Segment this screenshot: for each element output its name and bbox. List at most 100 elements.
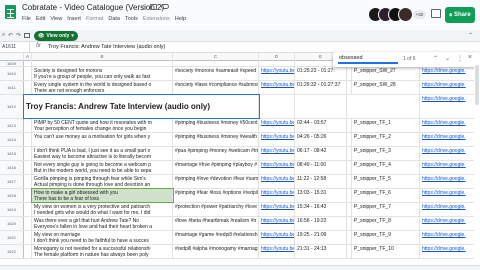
cell-drive-link[interactable]: https://drive.google.	[420, 95, 475, 118]
cell-clip-id[interactable]: P_snipper_TF_2	[352, 133, 420, 146]
cell-timestamp[interactable]: 04:26 - 05:26	[295, 133, 347, 146]
cell-tags[interactable]: #pimping #business #money #50cent	[173, 119, 259, 132]
cell-description[interactable]: You can't use money as a motivation for …	[32, 133, 173, 146]
cell-drive-link[interactable]: https://drive.google.	[420, 203, 475, 216]
cell-drive-link[interactable]: https://drive.google.	[420, 189, 475, 202]
cell-f[interactable]	[352, 95, 420, 118]
cell-a[interactable]	[24, 161, 32, 174]
cell-a[interactable]	[24, 61, 32, 66]
cell-description[interactable]: Society is designed for morons If you're …	[32, 67, 173, 80]
star-icon[interactable]: ☆	[140, 3, 147, 12]
chevron-up-icon[interactable]: ⌃	[468, 32, 473, 39]
cell-tags[interactable]: #pua #pimping #money #webcam #tri	[173, 147, 259, 160]
cell-drive-link[interactable]: https://drive.google.	[420, 161, 475, 174]
search-icon[interactable]: ⌕	[2, 32, 5, 39]
cell-tags[interactable]: #redpill #alpha #monogamy #marriag	[173, 245, 259, 258]
cell-clip-id[interactable]: P_snipper_TF_3	[352, 147, 420, 160]
cell-tags[interactable]: #marriage #game #redpill #relationsh	[173, 231, 259, 244]
cell-tags[interactable]: #pimping #love #devotion #fear #sam	[173, 175, 259, 188]
cell-a[interactable]	[24, 245, 32, 258]
cell-clip-id[interactable]: P_snipper_TF_7	[352, 203, 420, 216]
cell-a[interactable]	[24, 189, 32, 202]
cell-tags[interactable]: #society #laws #compliance #submiss	[173, 81, 259, 94]
cell-youtube-link[interactable]: https://youtu.be/	[259, 175, 295, 188]
cell-youtube-link[interactable]: https://youtu.be/	[259, 67, 295, 80]
cell-timestamp[interactable]: 15:34 - 16:43	[295, 203, 347, 216]
cell-a[interactable]	[24, 67, 32, 80]
drive-icon[interactable]	[150, 4, 157, 10]
column-header-a[interactable]: A	[24, 53, 32, 61]
menu-help[interactable]: Help	[175, 16, 186, 22]
cell-clip-id[interactable]: P_snipper_SW_28	[352, 81, 420, 94]
share-button[interactable]: 🔒︎ Share	[445, 7, 475, 23]
name-box[interactable]: A1611	[0, 42, 30, 53]
cell-description[interactable]: I don't think PUA is bad, I just see it …	[32, 147, 173, 160]
cell-youtube-link[interactable]: https://youtu.be/	[259, 81, 295, 94]
cell-timestamp[interactable]: 19:25 - 21:09	[295, 231, 347, 244]
redo-icon[interactable]: ↷	[16, 32, 21, 39]
cell-youtube-link[interactable]: https://youtu.be/	[259, 147, 295, 160]
cell-youtube-link[interactable]: https://youtu.be/	[259, 245, 295, 258]
row-number[interactable]: 1613	[0, 119, 24, 132]
cell-description[interactable]: Gorilla pimping is pimping through fear …	[32, 175, 173, 188]
cell-drive-link[interactable]: https://drive.google.	[420, 67, 475, 80]
corner-header[interactable]	[0, 53, 24, 61]
menu-data[interactable]: Data	[108, 16, 120, 22]
cell-a[interactable]	[24, 147, 32, 160]
cell-description[interactable]: My view on women is a very protective an…	[32, 203, 173, 216]
vertical-scrollbar[interactable]	[474, 61, 480, 265]
cell-description[interactable]: How to make a girl obsessed with you Ther…	[31, 188, 174, 203]
formula-input[interactable]: Troy Francis: Andrew Tate Interview (aud…	[48, 42, 165, 53]
undo-icon[interactable]: ↶	[8, 32, 13, 39]
comment-icon[interactable]	[431, 9, 441, 18]
row-number[interactable]: 1621	[0, 231, 24, 244]
cell-description[interactable]: My view on marriage I don't think you nee…	[32, 231, 173, 244]
row-number[interactable]: 1618	[0, 189, 24, 202]
avatar[interactable]	[398, 7, 413, 22]
column-header-c[interactable]: C	[173, 53, 259, 61]
cell-clip-id[interactable]: P_snipper_TF_5	[352, 175, 420, 188]
menu-edit[interactable]: Edit	[36, 16, 45, 22]
row-number[interactable]: 1614	[0, 133, 24, 146]
cell-a[interactable]	[24, 81, 32, 94]
collaborator-avatars[interactable]: +32	[368, 7, 426, 23]
cell-clip-id[interactable]: P_snipper_TF_4	[352, 161, 420, 174]
cell-youtube-link[interactable]: https://youtu.be/	[259, 161, 295, 174]
cell-timestamp[interactable]: 01:25:23 - 01:27:	[295, 67, 347, 80]
row-number[interactable]: 1612	[0, 95, 24, 118]
cell-youtube-link[interactable]: https://youtu.be/	[259, 203, 295, 216]
cell-drive-link[interactable]: https://drive.google.	[420, 147, 475, 160]
row-number[interactable]: 1620	[0, 217, 24, 230]
cell-a[interactable]	[24, 119, 32, 132]
row-number[interactable]: 1622	[0, 245, 24, 258]
menu-view[interactable]: View	[50, 16, 62, 22]
cell-tags[interactable]: #pimping #fear #loss #options #redpill	[173, 189, 259, 202]
cell-a[interactable]	[24, 133, 32, 146]
cell-d[interactable]	[259, 95, 295, 118]
cell-description[interactable]: Every single system in the world is desi…	[32, 81, 173, 94]
cell-drive-link[interactable]: https://drive.google.	[420, 231, 475, 244]
chevron-down-icon[interactable]: ⌄	[445, 55, 450, 62]
cell-youtube-link[interactable]: https://youtu.be/	[259, 217, 295, 230]
cell-e[interactable]	[295, 95, 347, 118]
cell-timestamp[interactable]: 01:29:32 - 01:27:37	[295, 81, 347, 94]
cell-drive-link[interactable]: https://drive.google.	[420, 175, 475, 188]
row-number[interactable]: 1619	[0, 203, 24, 216]
cell-timestamp[interactable]: 06:17 - 08:42	[295, 147, 347, 160]
cell-description[interactable]: PIMP by 50 CENT quote and how it resonat…	[32, 119, 173, 132]
cell-clip-id[interactable]: P_snipper_TF_6	[352, 189, 420, 202]
cell-timestamp[interactable]: 02:44 - 03:57	[295, 119, 347, 132]
cell-description[interactable]: Was there ever a girl that hurt Andrew T…	[32, 217, 173, 230]
cell-drive-link[interactable]: https://drive.google.	[420, 217, 475, 230]
cell-a[interactable]	[24, 217, 32, 230]
cell-timestamp[interactable]: 08:49 - 11:00	[295, 161, 347, 174]
row-number[interactable]: 1609	[0, 61, 24, 66]
menu-tools[interactable]: Tools	[125, 16, 138, 22]
view-only-button[interactable]: 👁︎ View only ▾	[34, 31, 78, 41]
title-cell[interactable]: Troy Francis: Andrew Tate Interview (aud…	[23, 94, 260, 119]
row-number[interactable]: 1611	[0, 81, 24, 94]
cell-d[interactable]	[259, 61, 295, 66]
cell-c[interactable]	[173, 61, 259, 66]
menu-extensions[interactable]: Extensions	[143, 16, 170, 22]
cell-a[interactable]	[24, 203, 32, 216]
